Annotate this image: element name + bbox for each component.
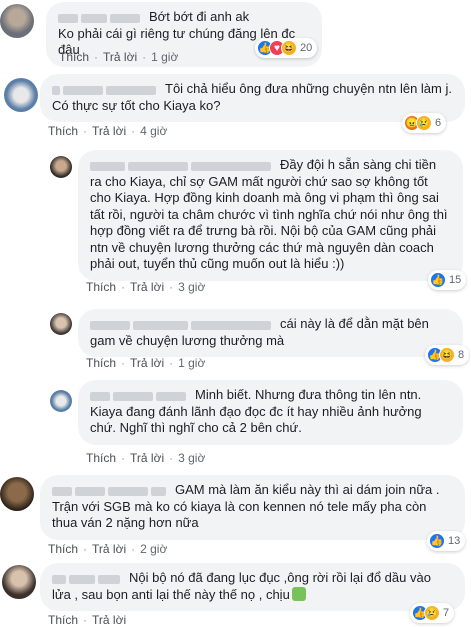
reaction-summary[interactable]: 👍 ♥ 😆 20 [255, 38, 318, 58]
avatar[interactable] [50, 390, 72, 412]
like-button[interactable]: Thích [48, 124, 78, 138]
commenter-name[interactable] [52, 484, 169, 497]
commenter-name[interactable] [90, 159, 274, 172]
like-button[interactable]: Thích [86, 356, 116, 370]
like-button[interactable]: Thích [86, 280, 116, 294]
avatar[interactable] [0, 477, 34, 511]
avatar[interactable] [2, 565, 36, 599]
comment-actions: Thích · Trả lời · 2 giờ [48, 542, 168, 556]
comment-actions: Thích · Trả lời [48, 613, 127, 627]
like-button[interactable]: Thích [48, 613, 78, 627]
comment-actions: Thích · Trả lời · 4 giờ [48, 124, 168, 138]
avatar[interactable] [0, 4, 34, 38]
reaction-summary[interactable]: 👍 13 [427, 531, 466, 551]
like-icon: 👍 [429, 533, 445, 549]
reaction-summary[interactable]: 😠 😢 6 [402, 113, 447, 133]
comment-bubble: GAM mà làm ăn kiểu này thì ai dám join n… [40, 475, 465, 540]
comment-actions: Thích · Trả lời · 1 giờ [59, 50, 179, 64]
commenter-name[interactable] [52, 83, 159, 96]
reply-button[interactable]: Trả lời [92, 613, 126, 627]
like-button[interactable]: Thích [86, 451, 116, 465]
reaction-summary[interactable]: 👍 😢 7 [410, 603, 455, 623]
commenter-name[interactable] [90, 318, 274, 331]
reaction-summary[interactable]: 👍 😆 8 [425, 345, 470, 365]
comment-text: Đầy đội h sẵn sàng chi tiền ra cho Kiaya… [90, 157, 448, 271]
comment-time[interactable]: 3 giờ [178, 451, 205, 465]
reply-button[interactable]: Trả lời [130, 280, 164, 294]
comment-time[interactable]: 2 giờ [140, 542, 167, 556]
comment-time[interactable]: 3 giờ [178, 280, 205, 294]
haha-icon: 😆 [439, 347, 455, 363]
reply-button[interactable]: Trả lời [103, 50, 137, 64]
comment-actions: Thích · Trả lời · 1 giờ [86, 356, 206, 370]
reply-button[interactable]: Trả lời [130, 451, 164, 465]
like-icon: 👍 [430, 272, 446, 288]
like-button[interactable]: Thích [59, 50, 89, 64]
comment-bubble: cái này là để dằn mặt bên gam về chuyện … [78, 309, 463, 357]
comment-actions: Thích · Trả lời · 3 giờ [86, 451, 206, 465]
reaction-count: 20 [300, 42, 313, 54]
emoji-icon [291, 586, 306, 601]
reaction-count: 7 [443, 607, 450, 619]
comment-time[interactable]: 4 giờ [140, 124, 167, 138]
reaction-count: 13 [448, 535, 461, 547]
comment-actions: Thích · Trả lời · 3 giờ [86, 280, 206, 294]
commenter-name[interactable] [90, 389, 189, 402]
avatar[interactable] [4, 78, 38, 112]
avatar[interactable] [50, 313, 72, 335]
reply-button[interactable]: Trả lời [92, 124, 126, 138]
haha-icon: 😆 [281, 40, 297, 56]
reply-button[interactable]: Trả lời [92, 542, 126, 556]
commenter-name[interactable] [52, 572, 123, 585]
reaction-count: 8 [458, 349, 465, 361]
reaction-summary[interactable]: 👍 15 [428, 270, 467, 290]
comment-time[interactable]: 1 giờ [178, 356, 205, 370]
comment-time[interactable]: 1 giờ [151, 50, 178, 64]
comment-bubble: Đầy đội h sẵn sàng chi tiền ra cho Kiaya… [78, 150, 463, 281]
sad-icon: 😢 [416, 115, 432, 131]
reaction-count: 15 [449, 274, 462, 286]
sad-icon: 😢 [424, 605, 440, 621]
avatar[interactable] [50, 156, 72, 178]
like-button[interactable]: Thích [48, 542, 78, 556]
comment-bubble: Minh biết. Nhưng đưa thông tin lên ntn. … [78, 380, 463, 445]
comment-bubble: Tôi chả hiểu ông đưa những chuyện ntn lê… [40, 74, 465, 122]
reply-button[interactable]: Trả lời [130, 356, 164, 370]
commenter-name[interactable] [58, 11, 143, 24]
comment-bubble: Nội bộ nó đã đang lục đục ,ông rời rồi l… [40, 563, 465, 611]
reaction-count: 6 [435, 117, 442, 129]
